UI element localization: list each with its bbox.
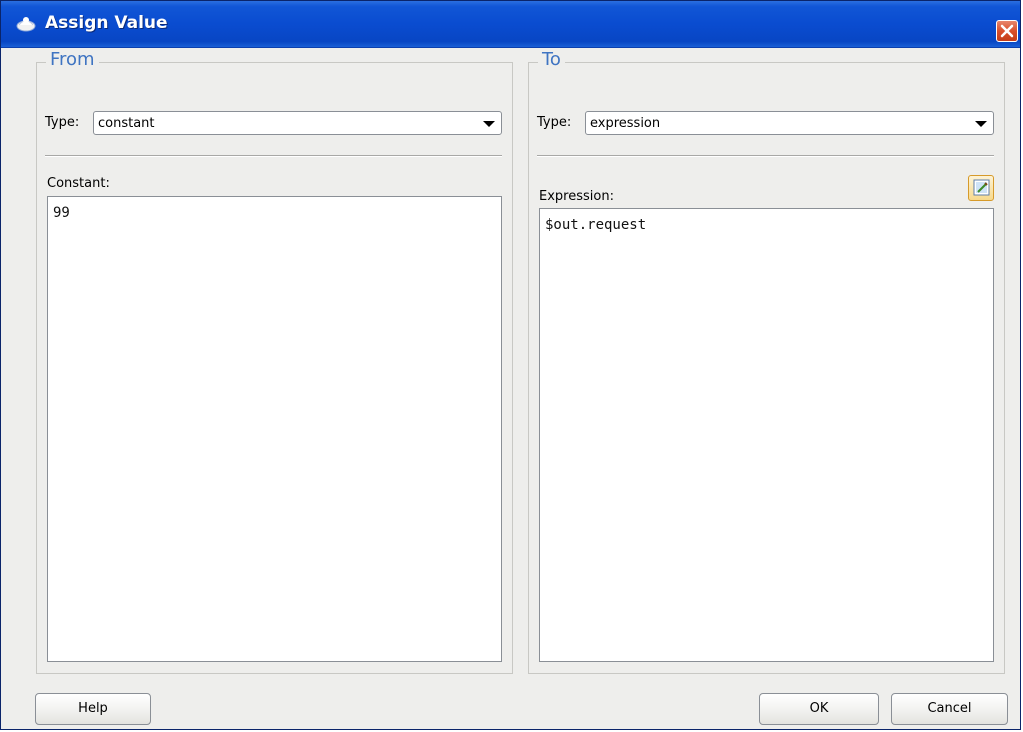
expression-label: Expression: <box>539 189 614 204</box>
to-separator <box>537 155 994 157</box>
from-type-label: Type: <box>45 115 80 130</box>
expression-builder-button[interactable] <box>968 175 994 201</box>
from-type-row: Type: constant <box>45 111 502 135</box>
oracle-bpel-icon <box>15 14 37 32</box>
ok-button[interactable]: OK <box>759 693 879 725</box>
dialog-title: Assign Value <box>45 13 168 33</box>
close-button[interactable] <box>996 20 1018 42</box>
to-type-value: expression <box>590 116 661 131</box>
expression-value: $out.request <box>545 217 647 233</box>
constant-label: Constant: <box>47 176 110 191</box>
cancel-button[interactable]: Cancel <box>891 693 1008 725</box>
expression-builder-icon <box>973 179 990 196</box>
from-legend: From <box>46 49 99 70</box>
to-type-select[interactable]: expression <box>585 111 994 135</box>
to-legend: To <box>538 49 565 70</box>
to-type-row: Type: expression <box>537 111 994 135</box>
expression-textarea[interactable]: $out.request <box>539 208 994 662</box>
assign-value-dialog: Assign Value From Type: constant Constan… <box>0 0 1021 730</box>
from-group: From Type: constant Constant: 99 <box>36 49 513 674</box>
constant-value: 99 <box>53 205 70 221</box>
close-icon <box>1000 24 1014 38</box>
constant-textarea[interactable]: 99 <box>47 196 502 662</box>
chevron-down-icon <box>975 121 987 127</box>
from-type-value: constant <box>98 116 155 131</box>
to-group: To Type: expression Expression: $out.req… <box>528 49 1005 674</box>
help-button[interactable]: Help <box>35 693 151 725</box>
from-separator <box>45 155 502 157</box>
from-type-select[interactable]: constant <box>93 111 502 135</box>
to-type-label: Type: <box>537 115 572 130</box>
title-bar[interactable]: Assign Value <box>1 1 1020 48</box>
chevron-down-icon <box>483 121 495 127</box>
